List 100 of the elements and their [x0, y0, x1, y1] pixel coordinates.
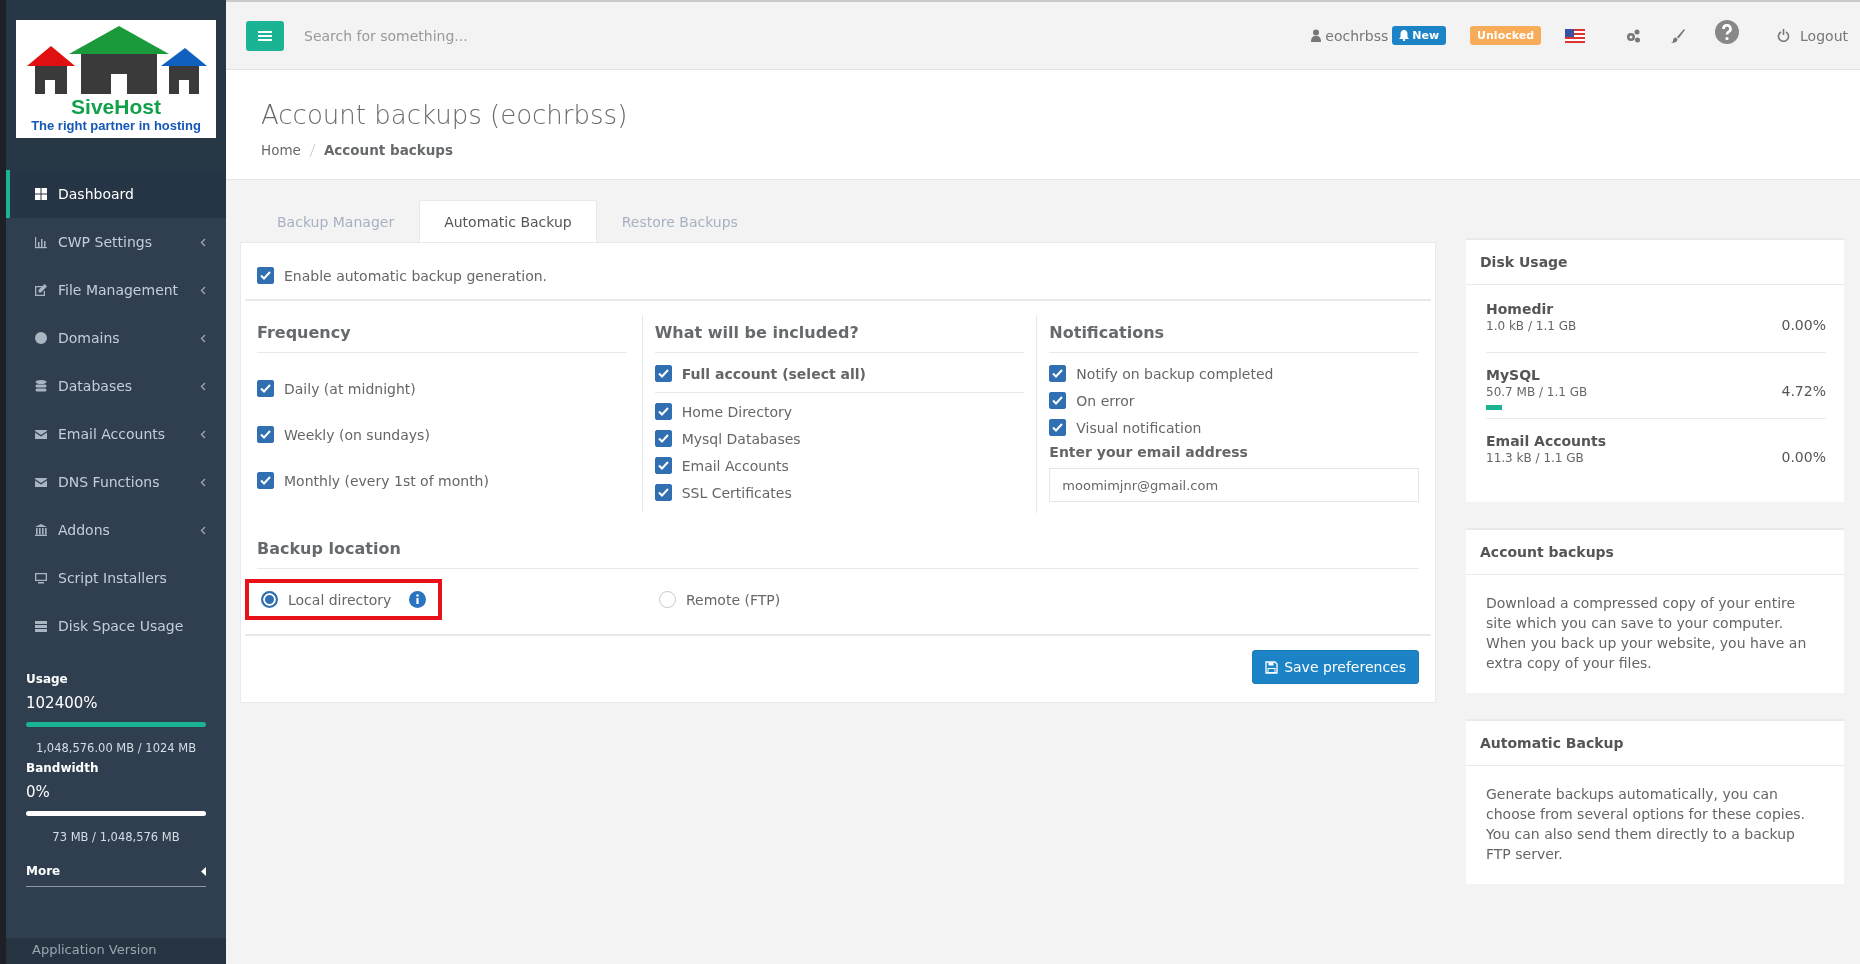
section-heading: Backup location — [257, 531, 1419, 569]
usage-name: Email Accounts — [1486, 433, 1607, 449]
logo-tagline: The right partner in hosting — [31, 118, 201, 134]
floppy-icon — [1265, 660, 1279, 674]
sidebar-item[interactable]: Databases — [6, 362, 226, 410]
sidebar-item[interactable]: DNS Functions — [6, 458, 226, 506]
flag-icon[interactable] — [1565, 28, 1586, 43]
check-icon — [1052, 396, 1064, 405]
radio-button[interactable] — [261, 591, 278, 608]
checkbox[interactable] — [257, 267, 274, 284]
power-icon — [1777, 29, 1791, 42]
search-field[interactable]: Search for something... — [302, 26, 626, 45]
usage-detail: 11.3 kB / 1.1 GB — [1486, 451, 1585, 465]
field-label: Enter your email address — [1049, 444, 1249, 460]
checkbox[interactable] — [1049, 365, 1067, 382]
checkbox[interactable] — [654, 484, 672, 501]
check-icon — [260, 476, 271, 485]
email-field[interactable]: moomimjnr@gmail.com — [1049, 468, 1419, 502]
radio-label: Local directory — [288, 591, 392, 608]
checkbox-label: Daily (at midnight) — [284, 380, 416, 397]
usage-percent: 0.00% — [1781, 317, 1826, 333]
brush-icon[interactable] — [1671, 28, 1686, 43]
check-icon — [657, 461, 669, 470]
meter-percent: 102400% — [26, 694, 99, 712]
card-title: Disk Usage — [1466, 240, 1844, 285]
checkbox-label: Home Directory — [681, 403, 792, 420]
info-icon[interactable] — [409, 591, 427, 608]
help-icon[interactable] — [1715, 19, 1740, 44]
tab[interactable]: Automatic Backup — [419, 200, 597, 242]
checkbox[interactable] — [654, 457, 672, 474]
radio-label: Remote (FTP) — [686, 591, 781, 608]
checkbox[interactable] — [257, 380, 274, 397]
checkbox[interactable] — [257, 472, 274, 489]
meter-percent: 0% — [26, 783, 51, 801]
meter-detail: 73 MB / 1,048,576 MB — [51, 830, 181, 844]
check-icon — [1052, 369, 1064, 378]
check-icon — [260, 271, 271, 280]
radio-button[interactable] — [659, 591, 676, 608]
check-icon — [657, 434, 669, 443]
checkbox-label: Mysql Databases — [681, 430, 801, 447]
menu-button[interactable] — [246, 20, 284, 51]
gears-icon[interactable] — [1625, 27, 1642, 44]
section-heading: What will be included? — [654, 315, 1025, 353]
sidebar-item[interactable]: CWP Settings — [6, 218, 226, 266]
sidebar-item[interactable]: Domains — [6, 314, 226, 362]
breadcrumb-link[interactable]: Home — [261, 142, 301, 158]
checkbox-label: Enable automatic backup generation. — [284, 267, 548, 284]
card-title: Account backups — [1466, 530, 1844, 575]
bar-chart-icon — [34, 235, 48, 249]
meter-detail: 1,048,576.00 MB / 1024 MB — [34, 741, 198, 755]
user-menu[interactable]: eochrbss — [1311, 27, 1389, 44]
usage-name: Homedir — [1486, 301, 1555, 317]
sidebar-item[interactable]: File Management — [6, 266, 226, 314]
sidebar-item[interactable]: Addons — [6, 506, 226, 554]
checkbox[interactable] — [1049, 419, 1067, 436]
edit-icon — [34, 283, 48, 297]
checkbox[interactable] — [257, 426, 274, 443]
checkbox-label: Notify on backup completed — [1076, 365, 1274, 382]
server-icon — [34, 619, 48, 633]
section-heading: Frequency — [257, 315, 627, 353]
envelope-icon — [34, 475, 48, 489]
sidebar-item[interactable]: Dashboard — [6, 170, 226, 218]
checkbox-label: Monthly (every 1st of month) — [284, 472, 489, 489]
sidebar-item[interactable]: Script Installers — [6, 554, 226, 602]
check-icon — [1052, 423, 1064, 432]
logo-name: SiveHost — [71, 96, 161, 118]
usage-name: MySQL — [1486, 367, 1541, 383]
checkbox[interactable] — [654, 430, 672, 447]
checkbox-label: Visual notification — [1076, 419, 1202, 436]
breadcrumb-current: Account backups — [323, 142, 454, 158]
usage-detail: 50.7 MB / 1.1 GB — [1486, 385, 1588, 399]
meter-label: Usage — [26, 672, 69, 686]
check-icon — [260, 430, 271, 439]
usage-detail: 1.0 kB / 1.1 GB — [1486, 319, 1577, 333]
usage-percent: 4.72% — [1781, 383, 1826, 399]
logout-link[interactable]: Logout — [1777, 27, 1848, 44]
sidebar-item[interactable]: Disk Space Usage — [6, 602, 226, 650]
check-icon — [260, 384, 271, 393]
usage-percent: 0.00% — [1781, 449, 1826, 465]
save-preferences-button[interactable]: Save preferences — [1252, 650, 1419, 684]
check-icon — [657, 369, 669, 378]
grid-icon — [34, 187, 48, 201]
sidebar-item[interactable]: Email Accounts — [6, 410, 226, 458]
monitor-icon — [34, 571, 48, 585]
database-icon — [34, 379, 48, 393]
card-text: Generate backups automatically, you can choose from several options for these copies. You can also send them directly to a backup FTP server. — [1485, 785, 1806, 864]
check-icon — [657, 488, 669, 497]
meter-label: Bandwidth — [26, 761, 100, 775]
more-link[interactable]: More — [26, 852, 206, 887]
bank-icon — [34, 523, 48, 537]
checkbox[interactable] — [1049, 392, 1067, 409]
menu-icon — [258, 29, 272, 42]
checkbox[interactable] — [654, 365, 672, 382]
checkbox-label: SSL Certificates — [681, 484, 792, 501]
checkbox[interactable] — [654, 403, 672, 420]
card-text: Download a compressed copy of your entire site which you can save to your computer. When you back up your website, you have an extra copy of your files. — [1485, 594, 1808, 673]
checkbox-label: Weekly (on sundays) — [284, 426, 430, 443]
card-title: Automatic Backup — [1466, 721, 1844, 766]
check-icon — [657, 407, 669, 416]
new-notifications-badge[interactable]: New — [1392, 26, 1447, 45]
